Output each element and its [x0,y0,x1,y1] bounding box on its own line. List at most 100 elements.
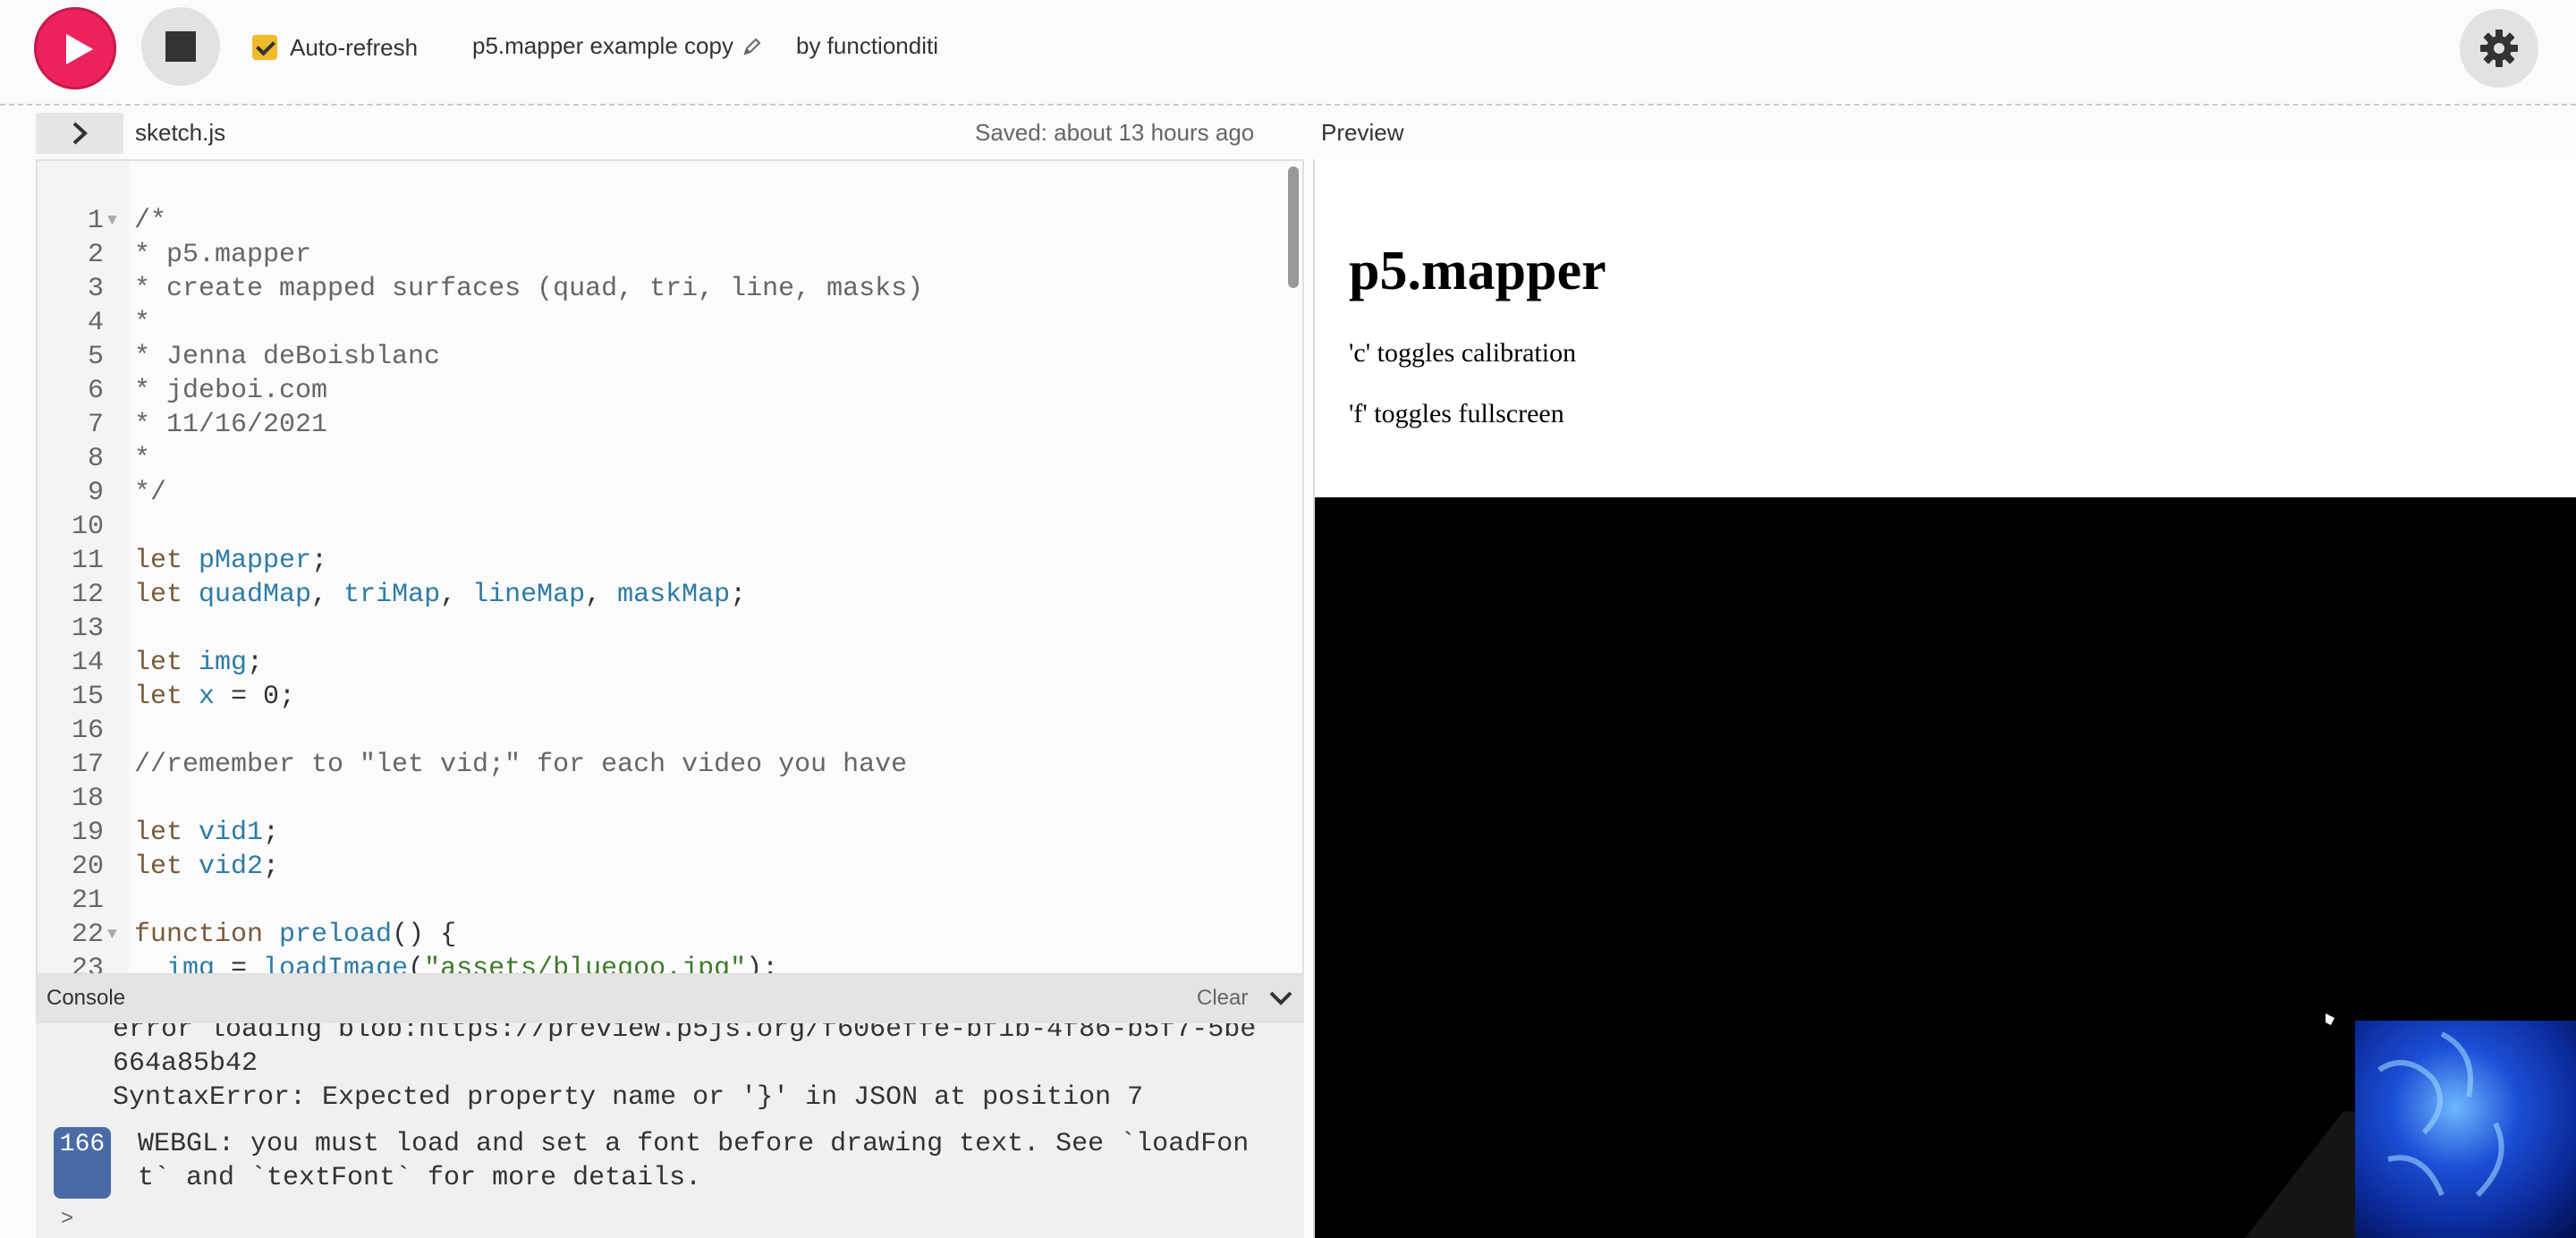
stop-icon [165,31,196,62]
code-line[interactable]: 17 //remember to "let vid;" for each vide… [38,748,1302,782]
code-token: * Jenna deBoisblanc [134,342,441,372]
chevron-right-icon [72,122,88,145]
line-number: 13 [71,614,104,644]
code-text: let x = 0; [134,680,295,714]
fold-arrow-icon[interactable]: ▼ [107,918,117,952]
code-text: * 11/16/2021 [134,408,327,442]
stop-button[interactable] [141,7,220,86]
code-line[interactable]: 12 let quadMap, triMap, lineMap, maskMap; [38,578,1302,612]
code-token: "assets/bluegoo.jpg" [424,954,747,975]
code-text: let vid1; [134,816,279,850]
preview-title: Preview [1321,119,1404,146]
console-clear-button[interactable]: Clear [1197,986,1248,1011]
line-number: 8 [87,444,104,474]
toolbar: Auto-refresh p5.mapper example copy by f… [0,0,2576,106]
settings-button[interactable] [2460,9,2538,88]
line-number: 10 [71,512,104,542]
code-text: * p5.mapper [134,238,311,272]
code-line[interactable]: 20 let vid2; [38,850,1302,884]
code-line[interactable]: 13 [38,612,1302,646]
console-warning-line: t` and `textFont` for more details. [138,1163,702,1193]
code-token: , [585,580,618,610]
chevron-down-icon[interactable] [1268,989,1293,1007]
code-token: let [134,648,199,678]
line-number: 18 [71,784,104,814]
code-line[interactable]: 4 * [38,306,1302,340]
code-text: */ [134,476,166,510]
gear-icon [2480,30,2518,67]
saved-status: Saved: about 13 hours ago [975,119,1255,146]
code-line[interactable]: 18 [38,782,1302,816]
file-name: sketch.js [135,119,226,146]
code-token: * create mapped surfaces (quad, tri, lin… [134,274,924,304]
code-line[interactable]: 16 [38,714,1302,748]
code-line[interactable]: 22 ▼ function preload() { [38,918,1302,952]
code-token: ; [263,818,280,848]
play-button[interactable] [34,7,116,89]
fold-arrow-icon[interactable]: ▼ [107,204,117,238]
code-line[interactable]: 9 */ [38,476,1302,510]
console-header: Console Clear [36,975,1304,1023]
sketch-canvas[interactable] [1315,497,2576,1238]
cursor-icon [2326,1013,2334,1025]
line-number: 4 [87,308,104,338]
code-token: ; [263,852,280,882]
code-token: let [134,546,199,576]
code-text: //remember to "let vid;" for each video … [134,748,907,782]
preview-heading: p5.mapper [1349,241,1606,301]
auto-refresh-toggle[interactable]: Auto-refresh [252,32,418,63]
code-token: () { [392,920,457,950]
code-token: , [440,580,473,610]
code-line[interactable]: 2 * p5.mapper [38,238,1302,272]
code-line[interactable]: 5 * Jenna deBoisblanc [38,340,1302,374]
console-error-line: 664a85b42 [113,1048,258,1079]
code-line[interactable]: 23 img = loadImage("assets/bluegoo.jpg")… [38,952,1302,975]
project-name[interactable]: p5.mapper example copy [472,32,762,60]
code-text: img = loadImage("assets/bluegoo.jpg"); [134,952,779,975]
code-line[interactable]: 14 let img; [38,646,1302,680]
code-line[interactable]: 15 let x = 0; [38,680,1302,714]
code-line[interactable]: 6 * jdeboi.com [38,374,1302,408]
code-editor[interactable]: 1 ▼/* 2 * p5.mapper 3 * create mapped surface… [36,159,1304,975]
project-owner[interactable]: by functionditi [796,32,938,60]
line-number: 6 [87,376,104,406]
code-token: ); [746,954,779,975]
line-number: 19 [71,818,104,848]
code-line[interactable]: 1 ▼ /* [38,204,1302,238]
code-token: * 11/16/2021 [134,410,328,440]
auto-refresh-checkbox[interactable] [252,35,277,60]
console-prompt-icon[interactable]: > [61,1206,73,1231]
line-number: 7 [87,410,104,440]
code-token: = [215,954,264,975]
code-line[interactable]: 21 [38,884,1302,918]
code-token: loadImage [263,954,409,975]
code-line[interactable]: 19 let vid1; [38,816,1302,850]
code-token: = 0; [215,682,296,712]
console-error-line: error loading blob:https://preview.p5js.… [113,1023,1257,1045]
code-line[interactable]: 11 let pMapper; [38,544,1302,578]
code-token: let [134,818,199,848]
sidebar-toggle-button[interactable] [36,113,123,154]
code-text: * jdeboi.com [134,374,327,408]
code-text: * Jenna deBoisblanc [134,340,440,374]
line-number: 9 [87,478,104,508]
code-token: function [134,920,280,950]
line-number: 5 [87,342,104,372]
message-count-badge: 166 [54,1127,111,1199]
code-text: let vid2; [134,850,279,884]
code-line[interactable]: 10 [38,510,1302,544]
editor-scrollbar[interactable] [1288,166,1299,288]
pencil-icon[interactable] [742,37,762,56]
auto-refresh-label: Auto-refresh [290,33,419,61]
line-number: 14 [71,648,104,678]
code-token: //remember to "let vid;" for each video … [134,750,908,780]
code-line[interactable]: 7 * 11/16/2021 [38,408,1302,442]
preview-frame[interactable]: p5.mapper 'c' toggles calibration 'f' to… [1313,159,2576,1238]
code-line[interactable]: 3 * create mapped surfaces (quad, tri, li… [38,272,1302,306]
line-number: 11 [71,546,104,576]
play-icon [66,34,93,64]
code-token: maskMap [617,580,731,610]
code-line[interactable]: 8 * [38,442,1302,476]
code-area[interactable]: 1 ▼/* 2 * p5.mapper 3 * create mapped surface… [38,204,1302,975]
console-output: error loading blob:https://preview.p5js.… [36,1023,1304,1238]
